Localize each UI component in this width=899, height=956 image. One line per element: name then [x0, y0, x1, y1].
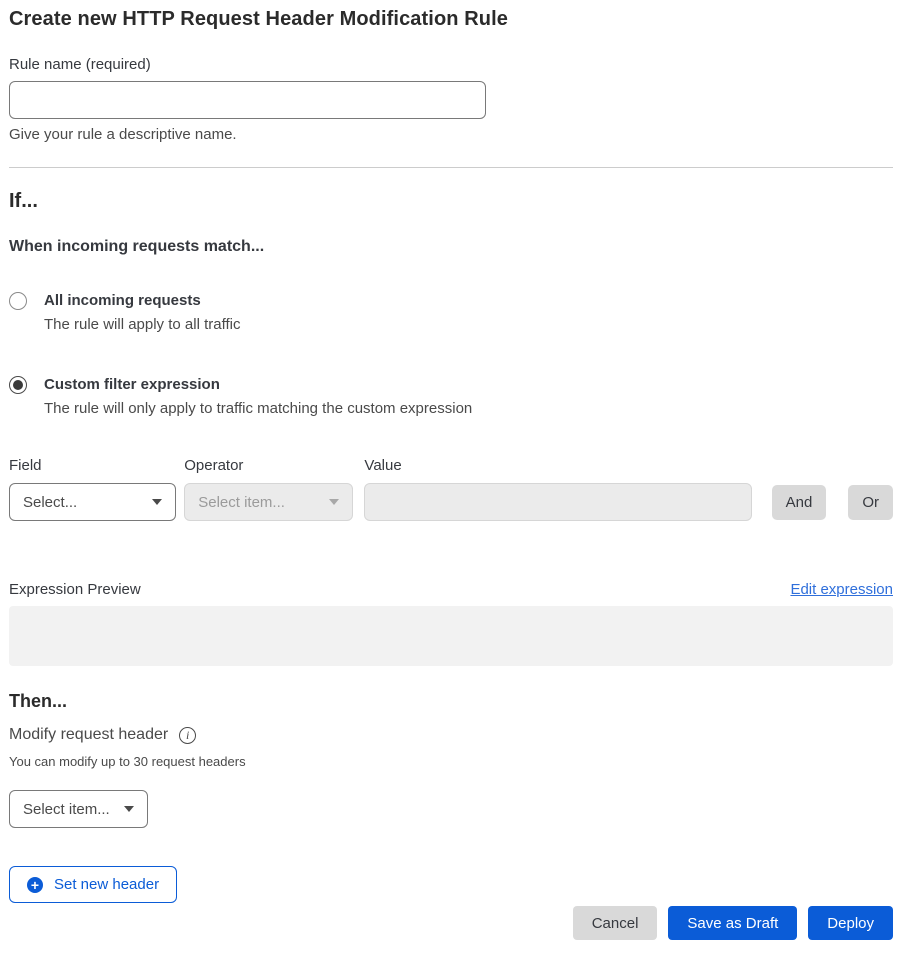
field-select[interactable]: Select...: [9, 483, 176, 521]
value-label: Value: [364, 457, 751, 474]
header-action-select[interactable]: Select item...: [9, 790, 148, 828]
then-heading: Then...: [9, 691, 893, 712]
cancel-button[interactable]: Cancel: [573, 906, 658, 940]
field-label: Field: [9, 457, 176, 474]
match-subheading: When incoming requests match...: [9, 238, 893, 256]
plus-icon: +: [27, 877, 43, 893]
field-select-value: Select...: [23, 494, 77, 511]
radio-custom-filter-expression[interactable]: Custom filter expression The rule will o…: [9, 376, 893, 417]
set-new-header-label: Set new header: [54, 876, 159, 893]
expression-preview-box: [9, 606, 893, 666]
info-icon[interactable]: i: [179, 727, 196, 744]
radio-label: Custom filter expression: [44, 376, 472, 393]
header-action-select-value: Select item...: [23, 801, 110, 818]
chevron-down-icon: [152, 499, 162, 505]
chevron-down-icon: [329, 499, 339, 505]
rule-name-label: Rule name (required): [9, 56, 893, 73]
radio-description: The rule will apply to all traffic: [44, 316, 240, 333]
radio-label: All incoming requests: [44, 292, 240, 309]
set-new-header-button[interactable]: + Set new header: [9, 866, 177, 903]
form-footer: Cancel Save as Draft Deploy: [9, 906, 893, 940]
operator-select-value: Select item...: [198, 494, 285, 511]
radio-icon[interactable]: [9, 292, 27, 310]
section-divider: [9, 167, 893, 168]
or-button[interactable]: Or: [848, 485, 893, 520]
radio-all-incoming-requests[interactable]: All incoming requests The rule will appl…: [9, 292, 893, 333]
radio-icon[interactable]: [9, 376, 27, 394]
rule-name-help: Give your rule a descriptive name.: [9, 126, 893, 143]
radio-description: The rule will only apply to traffic matc…: [44, 400, 472, 417]
create-rule-form: Create new HTTP Request Header Modificat…: [0, 0, 899, 940]
operator-select[interactable]: Select item...: [184, 483, 353, 521]
save-as-draft-button[interactable]: Save as Draft: [668, 906, 797, 940]
if-heading: If...: [9, 190, 893, 213]
modify-request-header-label: Modify request header: [9, 726, 168, 744]
value-input[interactable]: [364, 483, 751, 521]
deploy-button[interactable]: Deploy: [808, 906, 893, 940]
edit-expression-link[interactable]: Edit expression: [790, 581, 893, 598]
operator-label: Operator: [184, 457, 353, 474]
expression-builder: Field Select... Operator Select item... …: [9, 457, 893, 521]
rule-name-input[interactable]: [9, 81, 486, 119]
chevron-down-icon: [124, 806, 134, 812]
and-button[interactable]: And: [772, 485, 827, 520]
modify-header-help: You can modify up to 30 request headers: [9, 754, 893, 769]
expression-preview-label: Expression Preview: [9, 581, 141, 598]
page-title: Create new HTTP Request Header Modificat…: [9, 8, 893, 31]
